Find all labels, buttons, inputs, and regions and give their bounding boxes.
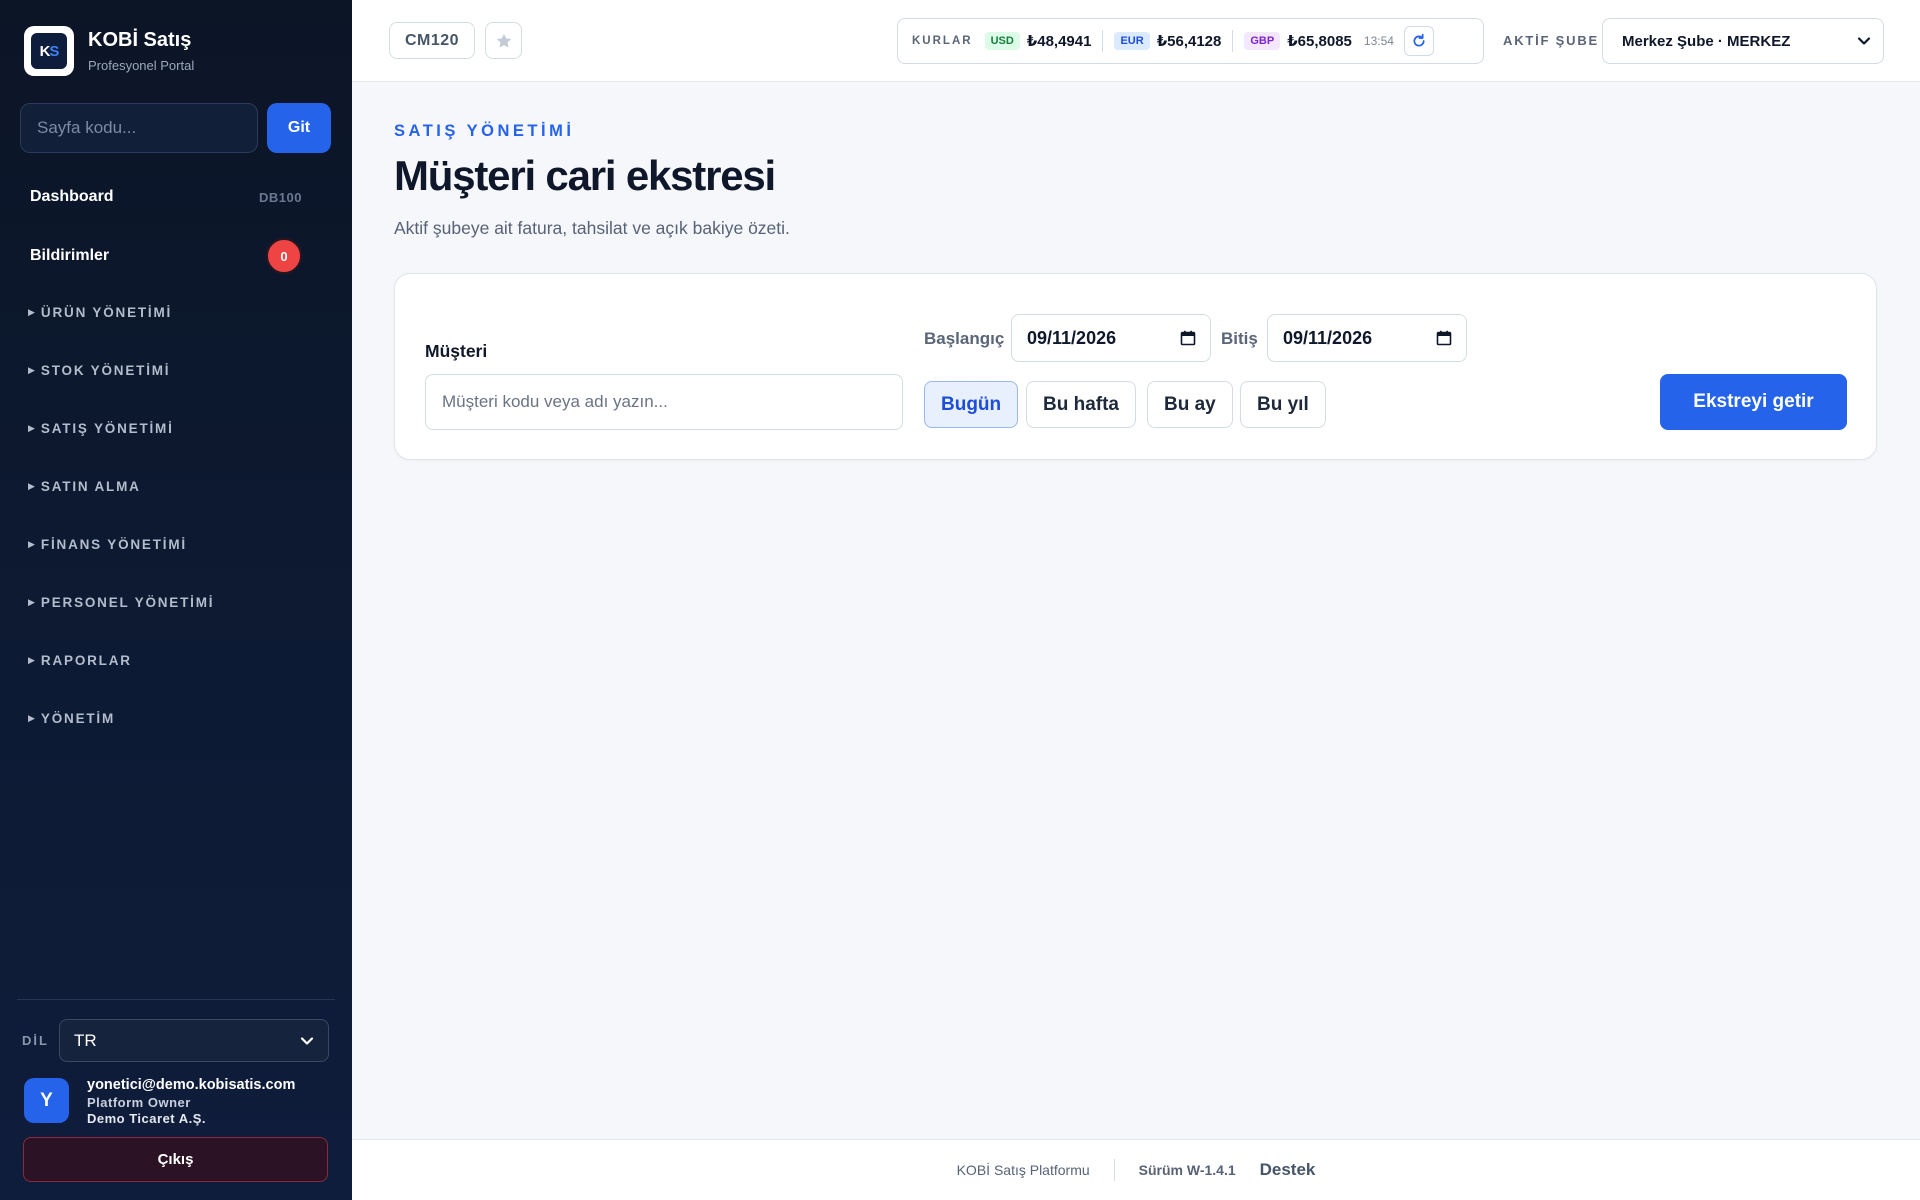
rate-value: ₺56,4128 [1156,33,1222,50]
rate-usd: USD ₺48,4941 [984,32,1092,50]
sidebar-group-label: ÜRÜN YÖNETİMİ [40,305,173,320]
customer-search-input[interactable] [425,374,903,430]
caret-right-icon: ▶ [28,307,35,317]
favorite-button[interactable] [485,22,522,59]
sidebar-group-label: STOK YÖNETİMİ [40,363,171,378]
sidebar-group-admin[interactable]: ▶ YÖNETİM [28,711,115,726]
start-date-label: Başlangıç [924,329,1005,348]
topbar: CM120 KURLAR USD ₺48,4941 EUR ₺56,4128 G… [352,0,1920,82]
customer-label: Müşteri [425,341,488,361]
page-code-input[interactable] [20,103,258,153]
star-icon [496,33,511,47]
user-email: yonetici@demo.kobisatis.com [87,1077,296,1093]
sidebar: KS KOBİ Satış Profesyonel Portal Git Das… [0,0,352,1200]
language-row: DİL TR [22,1019,329,1062]
divider [1232,30,1234,52]
brand[interactable]: KS KOBİ Satış Profesyonel Portal [24,26,194,76]
footer-brand: KOBİ Satış Platformu [956,1162,1090,1178]
quick-range-month[interactable]: Bu ay [1147,381,1233,428]
calendar-icon [1436,330,1452,346]
currency-tag: GBP [1244,32,1281,50]
divider [1102,30,1104,52]
rate-value: ₺48,4941 [1026,33,1092,50]
caret-right-icon: ▶ [28,597,35,607]
start-date-value: 09/11/2026 [1027,327,1117,348]
avatar: Y [24,1078,69,1123]
user-role: Platform Owner [87,1094,191,1110]
start-date-input[interactable]: 09/11/2026 [1011,314,1211,362]
sidebar-group-personnel[interactable]: ▶ PERSONEL YÖNETİMİ [28,595,214,610]
refresh-rates-button[interactable] [1403,26,1434,56]
page-code-form: Git [20,103,331,153]
branch-value: Merkez Şube · MERKEZ [1622,32,1791,50]
sidebar-group-reports[interactable]: ▶ RAPORLAR [28,653,132,668]
caret-right-icon: ▶ [28,481,35,491]
end-date-value: 09/11/2026 [1283,327,1373,348]
footer-version: Sürüm W-1.4.1 [1138,1162,1236,1178]
sidebar-group-label: FİNANS YÖNETİMİ [40,537,187,552]
section-eyebrow: SATIŞ YÖNETİMİ [394,122,575,140]
end-date-input[interactable]: 09/11/2026 [1267,314,1467,362]
user-company: Demo Ticaret A.Ş. [87,1110,207,1126]
rates-timestamp: 13:54 [1363,34,1394,48]
brand-title: KOBİ Satış [88,29,192,51]
divider [17,999,335,1000]
user-profile: Y yonetici@demo.kobisatis.com Platform O… [24,1077,295,1126]
exchange-rates: KURLAR USD ₺48,4941 EUR ₺56,4128 GBP ₺65… [897,18,1484,64]
sidebar-item-notifications[interactable]: Bildirimler 0 [30,238,302,274]
page-description: Aktif şubeye ait fatura, tahsilat ve açı… [394,218,790,238]
sidebar-group-label: PERSONEL YÖNETİMİ [40,595,215,610]
brand-logo: KS [24,26,74,76]
filter-card: Müşteri Başlangıç 09/11/2026 Bitiş 09/11… [394,273,1877,460]
quick-range-year[interactable]: Bu yıl [1240,381,1326,428]
refresh-icon [1413,33,1425,47]
page-code-chip: CM120 [389,22,476,59]
language-select[interactable]: TR [59,1019,329,1062]
sidebar-group-finance[interactable]: ▶ FİNANS YÖNETİMİ [28,537,187,552]
currency-tag: EUR [1114,32,1150,50]
rate-value: ₺65,8085 [1287,33,1352,50]
sidebar-group-stock[interactable]: ▶ STOK YÖNETİMİ [28,363,170,378]
sidebar-group-sales[interactable]: ▶ SATIŞ YÖNETİMİ [28,421,174,436]
quick-range-today[interactable]: Bugün [924,381,1019,428]
calendar-icon [1180,330,1196,346]
caret-right-icon: ▶ [28,655,35,665]
brand-subtitle: Profesyonel Portal [88,58,195,73]
sidebar-group-products[interactable]: ▶ ÜRÜN YÖNETİMİ [28,305,172,320]
sidebar-item-dashboard[interactable]: Dashboard DB100 [30,188,302,206]
sidebar-item-label: Bildirimler [30,247,110,264]
support-link[interactable]: Destek [1260,1160,1316,1180]
caret-right-icon: ▶ [28,539,35,549]
language-label: DİL [22,1033,49,1048]
footer: KOBİ Satış Platformu Sürüm W-1.4.1 Deste… [352,1139,1920,1200]
divider [1113,1159,1115,1181]
sidebar-group-label: SATIŞ YÖNETİMİ [40,421,174,436]
sidebar-group-label: YÖNETİM [40,711,116,726]
sidebar-group-label: RAPORLAR [40,653,132,668]
rate-eur: EUR ₺56,4128 [1114,32,1221,50]
branch-select[interactable]: Merkez Şube · MERKEZ [1602,18,1884,64]
sidebar-item-label: Dashboard [30,188,114,205]
caret-right-icon: ▶ [28,713,35,723]
caret-right-icon: ▶ [28,365,35,375]
sidebar-group-label: SATIN ALMA [40,479,141,494]
sidebar-group-purchasing[interactable]: ▶ SATIN ALMA [28,479,141,494]
chevron-down-icon [1857,37,1871,45]
get-statement-button[interactable]: Ekstreyi getir [1660,374,1847,430]
end-date-label: Bitiş [1221,329,1258,348]
goto-button[interactable]: Git [267,103,331,153]
caret-right-icon: ▶ [28,423,35,433]
rate-gbp: GBP ₺65,8085 [1244,32,1352,50]
rates-label: KURLAR [912,35,973,47]
page-title: Müşteri cari ekstresi [394,152,776,199]
language-value: TR [74,1030,97,1050]
logo-icon: KS [31,33,67,69]
sidebar-item-code: DB100 [259,189,302,205]
logout-button[interactable]: Çıkış [23,1137,328,1182]
chevron-down-icon [300,1036,314,1045]
quick-range-week[interactable]: Bu hafta [1026,381,1136,428]
notification-count-badge: 0 [266,238,302,274]
currency-tag: USD [984,32,1020,50]
branch-label: AKTİF ŞUBE [1503,33,1599,48]
